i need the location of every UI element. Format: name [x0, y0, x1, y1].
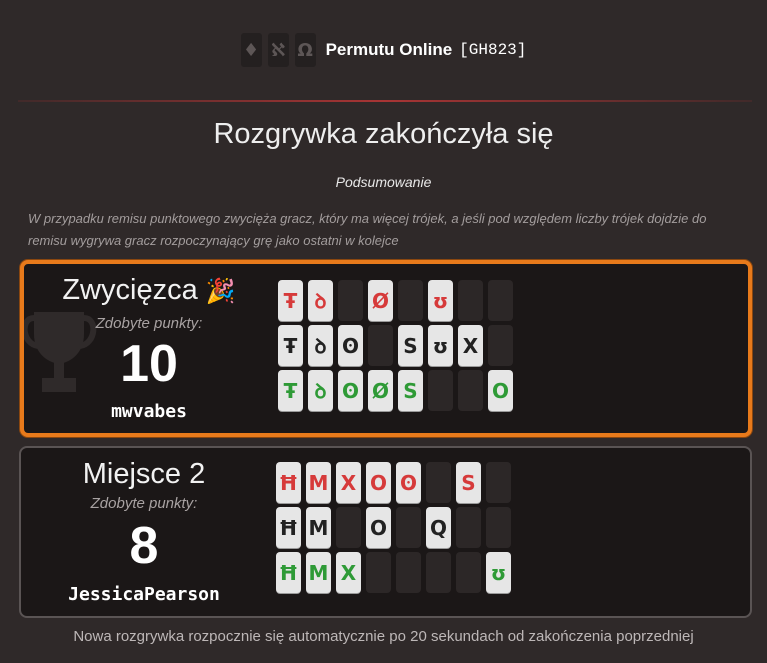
tile-black: X — [458, 325, 483, 366]
tile-black: ꝺ — [308, 325, 333, 366]
player-name: JessicaPearson — [68, 584, 220, 605]
auto-restart-note: Nowa rozgrywka rozpocznie się automatycz… — [73, 628, 694, 645]
tile-black: S — [398, 325, 423, 366]
logo-tile-knot-icon: ℵ — [267, 33, 289, 67]
empty-tile-slot — [426, 552, 451, 593]
empty-tile-slot — [458, 280, 483, 321]
tile-black: M — [306, 507, 331, 548]
tile-red: Ø — [368, 280, 393, 321]
tile-red: Ŧ — [278, 280, 303, 321]
tile-black: ʊ — [428, 325, 453, 366]
tile-green: Ħ — [276, 552, 301, 593]
brand-name: Permutu Online — [325, 40, 453, 59]
empty-tile-slot — [428, 370, 453, 411]
tile-green: S — [398, 370, 423, 411]
tile-green: X — [336, 552, 361, 593]
game-code: [GH823] — [459, 41, 527, 59]
tile-grid: ŦꝺØʊŦꝺʘSʊXŦꝺʘØSO — [278, 280, 513, 411]
tile-green: O — [488, 370, 513, 411]
empty-tile-slot — [486, 462, 511, 503]
tile-black: Q — [426, 507, 451, 548]
logo: ♦ ℵ Ω — [240, 33, 316, 67]
empty-tile-slot — [456, 552, 481, 593]
tile-green: ʘ — [338, 370, 363, 411]
tile-green: ʊ — [486, 552, 511, 593]
header: ♦ ℵ Ω Permutu Online [GH823] — [0, 0, 767, 100]
tile-black: Ħ — [276, 507, 301, 548]
empty-tile-slot — [366, 552, 391, 593]
page-title: Rozgrywka zakończyła się — [213, 118, 554, 150]
tile-black: ʘ — [338, 325, 363, 366]
tile-red: ʘ — [396, 462, 421, 503]
empty-tile-slot — [486, 507, 511, 548]
empty-tile-slot — [336, 507, 361, 548]
header-divider — [18, 100, 752, 102]
tile-black: O — [366, 507, 391, 548]
points-value: 10 — [120, 335, 178, 393]
tile-green: ꝺ — [308, 370, 333, 411]
tile-red: M — [306, 462, 331, 503]
empty-tile-slot — [488, 325, 513, 366]
empty-tile-slot — [398, 280, 423, 321]
empty-tile-slot — [458, 370, 483, 411]
empty-tile-slot — [456, 507, 481, 548]
empty-tile-slot — [338, 280, 363, 321]
tile-green: Ŧ — [278, 370, 303, 411]
tile-red: Ħ — [276, 462, 301, 503]
logo-tile-diamond-icon: ♦ — [240, 33, 262, 67]
tile-red: X — [336, 462, 361, 503]
winner-title: Zwycięzca 🎉 — [62, 274, 236, 306]
tile-grid: ĦMXOʘSĦMOQĦMXʊ — [276, 462, 511, 593]
empty-tile-slot — [426, 462, 451, 503]
empty-tile-slot — [368, 325, 393, 366]
player-name: mwvabes — [111, 401, 187, 422]
second-place-title: Miejsce 2 — [82, 458, 206, 490]
winner-card: Zwycięzca 🎉 Zdobyte punkty: 10 mwvabes Ŧ… — [20, 260, 752, 437]
empty-tile-slot — [396, 552, 421, 593]
tile-red: ꝺ — [308, 280, 333, 321]
tile-red: S — [456, 462, 481, 503]
points-label: Zdobyte punkty: — [90, 495, 198, 512]
tile-green: Ø — [368, 370, 393, 411]
tile-green: M — [306, 552, 331, 593]
empty-tile-slot — [396, 507, 421, 548]
points-value: 8 — [129, 517, 159, 575]
tile-black: Ŧ — [278, 325, 303, 366]
empty-tile-slot — [488, 280, 513, 321]
logo-tile-omega-icon: Ω — [294, 33, 316, 67]
points-label: Zdobyte punkty: — [95, 315, 203, 332]
second-place-card: Miejsce 2 Zdobyte punkty: 8 JessicaPears… — [19, 446, 752, 618]
tile-red: O — [366, 462, 391, 503]
summary-subtitle: Podsumowanie — [335, 174, 432, 190]
tiebreak-note: W przypadku remisu punktowego zwycięża g… — [28, 211, 707, 248]
tile-red: ʊ — [428, 280, 453, 321]
party-popper-icon: 🎉 — [205, 278, 236, 305]
